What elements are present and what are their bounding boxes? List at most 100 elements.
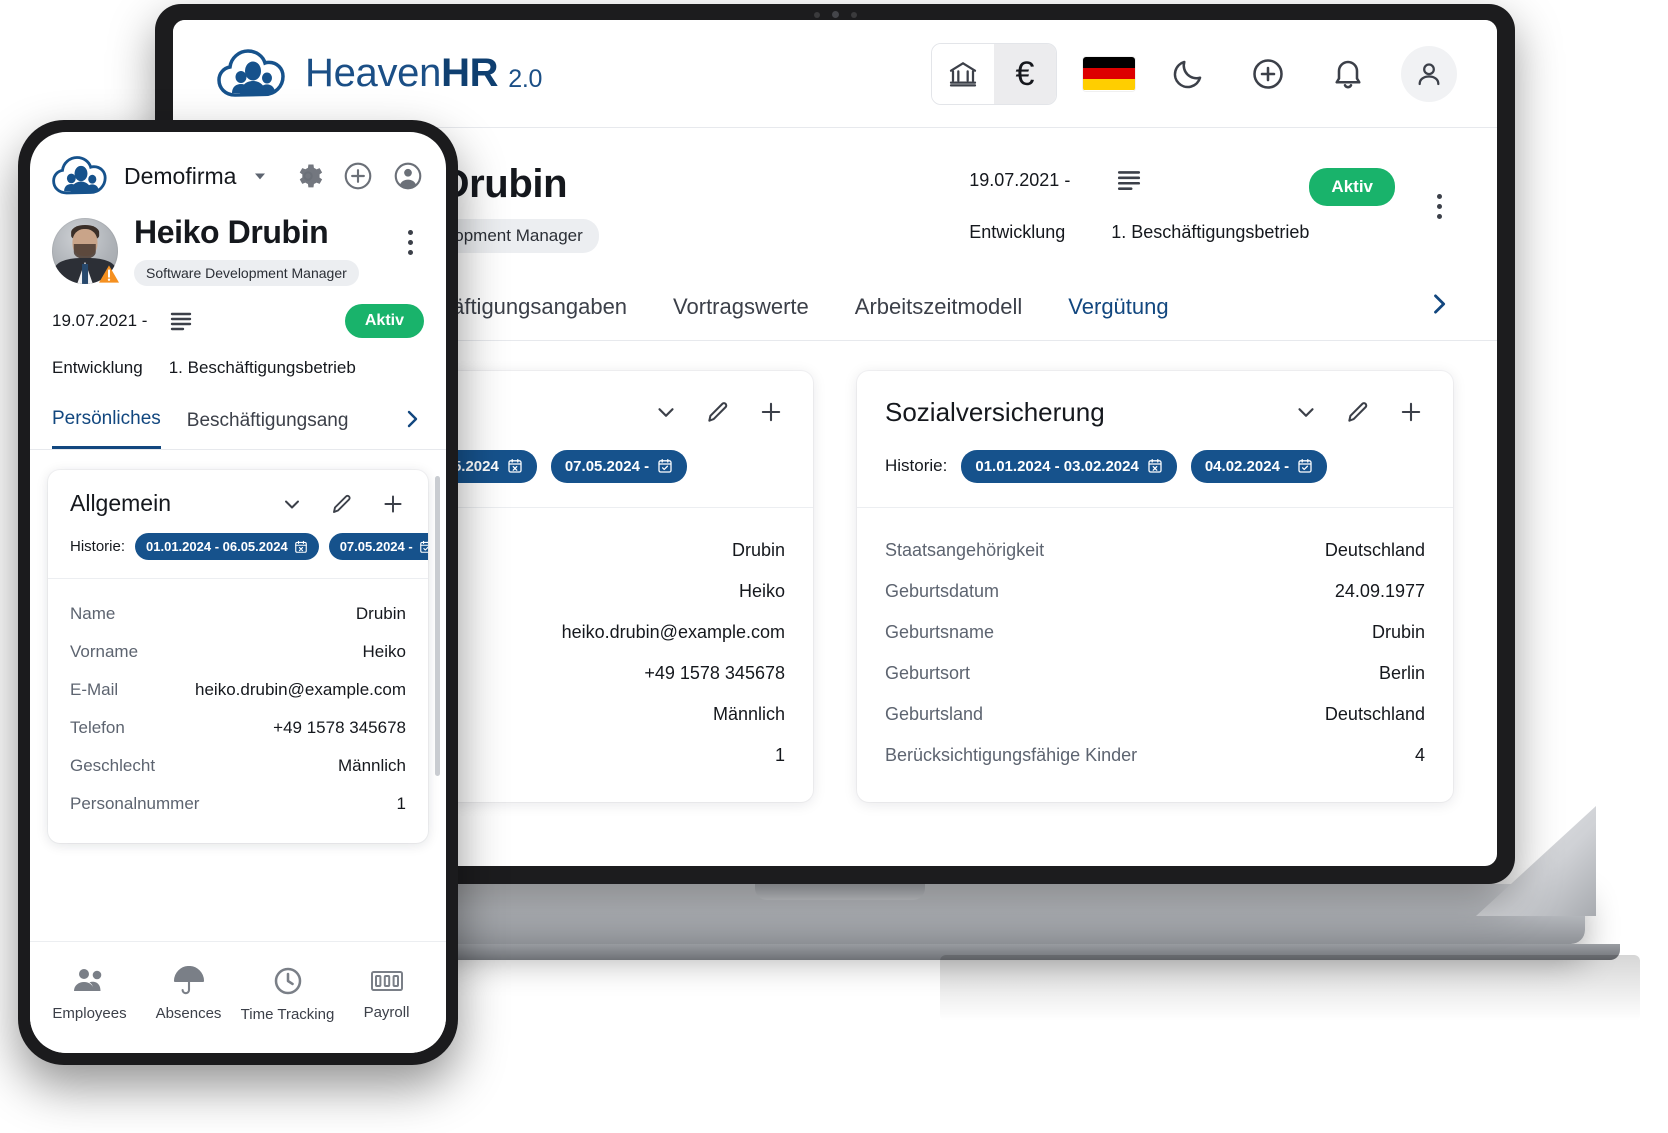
table-row: Geburtsname Drubin	[885, 612, 1425, 653]
nav-item-employees[interactable]: Employees	[40, 966, 139, 1022]
calendar-x-icon	[294, 540, 308, 554]
tab-beschaeftigungsangaben[interactable]: Beschäftigungsang	[187, 402, 349, 448]
brand-name-bold: HR	[441, 51, 499, 95]
plus-icon[interactable]	[380, 491, 406, 517]
gear-icon[interactable]	[292, 160, 324, 192]
row-value: 4	[1414, 744, 1425, 765]
card-sozialversicherung: Sozialversicherung Historie: 01.01.2024 …	[857, 370, 1453, 802]
tab-arbeitszeitmodell[interactable]: Arbeitszeitmodell	[853, 284, 1025, 338]
avatar[interactable]	[52, 218, 119, 284]
dark-mode-toggle[interactable]	[1161, 47, 1215, 101]
scrollbar[interactable]	[435, 476, 440, 776]
history-chip-past[interactable]: 01.01.2024 - 03.02.2024	[961, 449, 1177, 483]
row-value: 24.09.1977	[1334, 580, 1425, 601]
history-lines-icon[interactable]	[169, 310, 193, 332]
list-item: E-Mail heiko.drubin@example.com	[70, 671, 406, 709]
brand-name-light: Heaven	[305, 51, 442, 95]
plus-circle-icon[interactable]	[342, 160, 374, 192]
account-button[interactable]	[1401, 45, 1457, 102]
screenshot-stage: Heaven HR 2.0 € Drubin Software Developm…	[0, 0, 1668, 1133]
list-item: Geschlecht Männlich	[70, 747, 406, 785]
row-value: Heiko	[362, 642, 406, 661]
brand-name: Heaven HR 2.0	[305, 51, 542, 96]
chevron-down-icon[interactable]	[1293, 399, 1319, 425]
kebab-menu-icon[interactable]	[396, 222, 424, 262]
tabs-next-button[interactable]	[1425, 290, 1453, 332]
row-key: Name	[70, 604, 116, 623]
nav-item-payroll[interactable]: Payroll	[337, 967, 436, 1021]
employee-meta-row-1: 19.07.2021 -	[969, 168, 1142, 192]
employee-company: 1. Beschäftigungsbetrieb	[1111, 222, 1310, 242]
employee-meta-row-2: Entwicklung 1. Beschäftigungsbetrieb	[969, 222, 1309, 243]
row-key: Geburtsdatum	[885, 580, 1000, 601]
phone-employee-header: Heiko Drubin Software Development Manage…	[30, 208, 446, 286]
money-icon	[370, 967, 404, 995]
history-chip-current[interactable]: 07.05.2024 -	[550, 449, 688, 483]
plus-circle-icon	[1250, 56, 1286, 92]
row-key: Telefon	[70, 718, 125, 737]
row-value: 1	[774, 744, 785, 765]
list-item: Telefon +49 1578 345678	[70, 709, 406, 747]
company-selector-label[interactable]: Demofirma	[124, 163, 236, 190]
history-chip-current[interactable]: 04.02.2024 -	[1190, 449, 1328, 483]
tab-persoenliches[interactable]: Persönliches	[52, 400, 161, 449]
row-value: +49 1578 345678	[644, 662, 785, 683]
cloud-people-logo	[217, 47, 289, 101]
status-badge: Aktiv	[344, 304, 424, 338]
euro-toggle-button[interactable]: €	[994, 43, 1056, 104]
row-value: heiko.drubin@example.com	[561, 621, 785, 642]
history-chip-current[interactable]: 07.05.2024 -	[328, 533, 428, 560]
card-allgemein-header: Allgemein	[48, 470, 428, 517]
plus-icon[interactable]	[757, 398, 785, 426]
history-lines-icon[interactable]	[1116, 168, 1142, 192]
row-key: Staatsangehörigkeit	[885, 539, 1045, 560]
tabs-next-button[interactable]	[400, 407, 424, 443]
card-allgemein: Allgemein	[48, 470, 428, 843]
phone-app-header: Demofirma	[30, 132, 446, 208]
pencil-icon[interactable]	[330, 492, 354, 516]
user-avatar-icon[interactable]	[392, 160, 424, 192]
tab-vortragswerte[interactable]: Vortragswerte	[671, 284, 811, 338]
card-sozialversicherung-actions	[1293, 398, 1425, 426]
card-sozialversicherung-history: Historie: 01.01.2024 - 03.02.2024 04.02.…	[857, 428, 1453, 507]
history-chip-past[interactable]: 01.01.2024 - 06.05.2024	[135, 533, 319, 560]
notifications-button[interactable]	[1321, 47, 1375, 101]
chevron-down-icon[interactable]	[250, 166, 270, 186]
chevron-down-icon[interactable]	[280, 492, 304, 516]
list-item: Name Drubin	[70, 595, 406, 633]
row-key: Geburtsort	[885, 662, 971, 683]
plus-icon[interactable]	[1397, 398, 1425, 426]
chevron-down-icon[interactable]	[653, 399, 679, 425]
nav-item-time-tracking[interactable]: Time Tracking	[238, 965, 337, 1023]
brand-logo-area[interactable]: Heaven HR 2.0	[217, 47, 542, 101]
add-button[interactable]	[1241, 47, 1295, 101]
tab-verguetung[interactable]: Vergütung	[1066, 284, 1170, 338]
row-value: 1	[396, 794, 406, 813]
brand-version: 2.0	[508, 65, 543, 93]
nav-item-time-tracking-label: Time Tracking	[240, 1005, 335, 1023]
table-row: Geburtsort Berlin	[885, 653, 1425, 694]
people-icon	[72, 966, 108, 996]
status-badge: Aktiv	[1309, 168, 1395, 206]
table-row: Staatsangehörigkeit Deutschland	[885, 530, 1425, 571]
clock-icon	[272, 965, 304, 997]
german-flag-icon[interactable]	[1083, 56, 1135, 91]
chevron-right-icon	[400, 407, 424, 431]
card-allgemein-title: Allgemein	[70, 490, 171, 516]
bank-toggle-button[interactable]	[932, 43, 994, 104]
card-allgemein-rows: Name Drubin Vorname Heiko E-Mail heiko.d…	[48, 579, 428, 843]
pencil-icon[interactable]	[1345, 399, 1371, 425]
employee-role-badge: Software Development Manager	[134, 260, 359, 286]
row-value: Drubin	[731, 539, 785, 560]
table-row: Geburtsdatum 24.09.1977	[885, 571, 1425, 612]
row-key: Geburtsland	[885, 703, 984, 724]
header-actions: €	[931, 42, 1457, 105]
pencil-icon[interactable]	[705, 399, 731, 425]
row-value: Deutschland	[1324, 539, 1425, 560]
nav-item-absences[interactable]: Absences	[139, 965, 238, 1022]
laptop-notch	[755, 884, 925, 900]
cloud-people-logo[interactable]	[52, 154, 110, 198]
row-value: +49 1578 345678	[273, 718, 406, 737]
calendar-check-icon	[419, 540, 428, 554]
kebab-menu-icon[interactable]	[1425, 186, 1453, 226]
